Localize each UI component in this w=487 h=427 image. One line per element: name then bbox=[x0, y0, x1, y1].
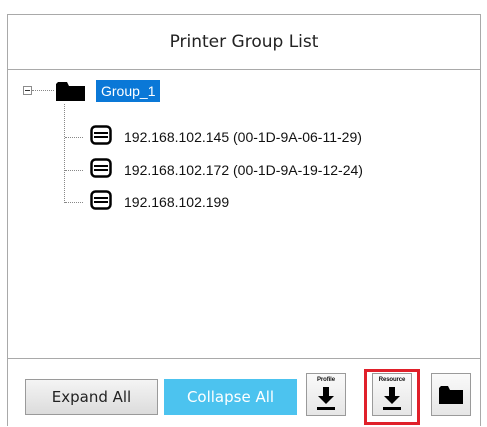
printer-node[interactable]: 192.168.102.172 (00-1D-9A-19-12-24) bbox=[90, 157, 363, 183]
group-node-label[interactable]: Group_1 bbox=[96, 80, 161, 102]
printer-node-label: 192.168.102.172 (00-1D-9A-19-12-24) bbox=[124, 162, 363, 178]
printer-icon bbox=[90, 189, 112, 215]
tree-connector bbox=[65, 202, 83, 203]
printer-icon bbox=[90, 157, 112, 183]
printer-node-label: 192.168.102.145 (00-1D-9A-06-11-29) bbox=[124, 129, 362, 145]
panel-footer: Expand All Collapse All Profile Resource bbox=[8, 358, 480, 426]
tree-connector bbox=[65, 170, 83, 171]
printer-group-panel: Printer Group List Group_1 192.168.102.1… bbox=[7, 14, 481, 426]
profile-label: Profile bbox=[317, 377, 335, 383]
tree-connector bbox=[64, 104, 65, 203]
expand-all-button[interactable]: Expand All bbox=[25, 379, 158, 415]
tree-connector bbox=[32, 90, 54, 91]
collapse-toggle-icon[interactable] bbox=[23, 86, 32, 95]
collapse-all-button[interactable]: Collapse All bbox=[164, 379, 297, 415]
resource-label: Resource bbox=[378, 377, 406, 383]
profile-download-button[interactable]: Profile bbox=[306, 373, 346, 416]
resource-download-button[interactable]: Resource bbox=[372, 373, 412, 416]
printer-tree[interactable]: Group_1 192.168.102.145 (00-1D-9A-06-11-… bbox=[8, 70, 480, 360]
printer-node[interactable]: 192.168.102.145 (00-1D-9A-06-11-29) bbox=[90, 124, 362, 150]
open-folder-button[interactable] bbox=[431, 373, 471, 416]
printer-icon bbox=[90, 124, 112, 150]
printer-node-label: 192.168.102.199 bbox=[124, 194, 230, 210]
folder-icon bbox=[56, 82, 85, 106]
printer-node[interactable]: 192.168.102.199 bbox=[90, 189, 230, 215]
panel-title: Printer Group List bbox=[8, 15, 480, 70]
tree-connector bbox=[65, 137, 83, 138]
